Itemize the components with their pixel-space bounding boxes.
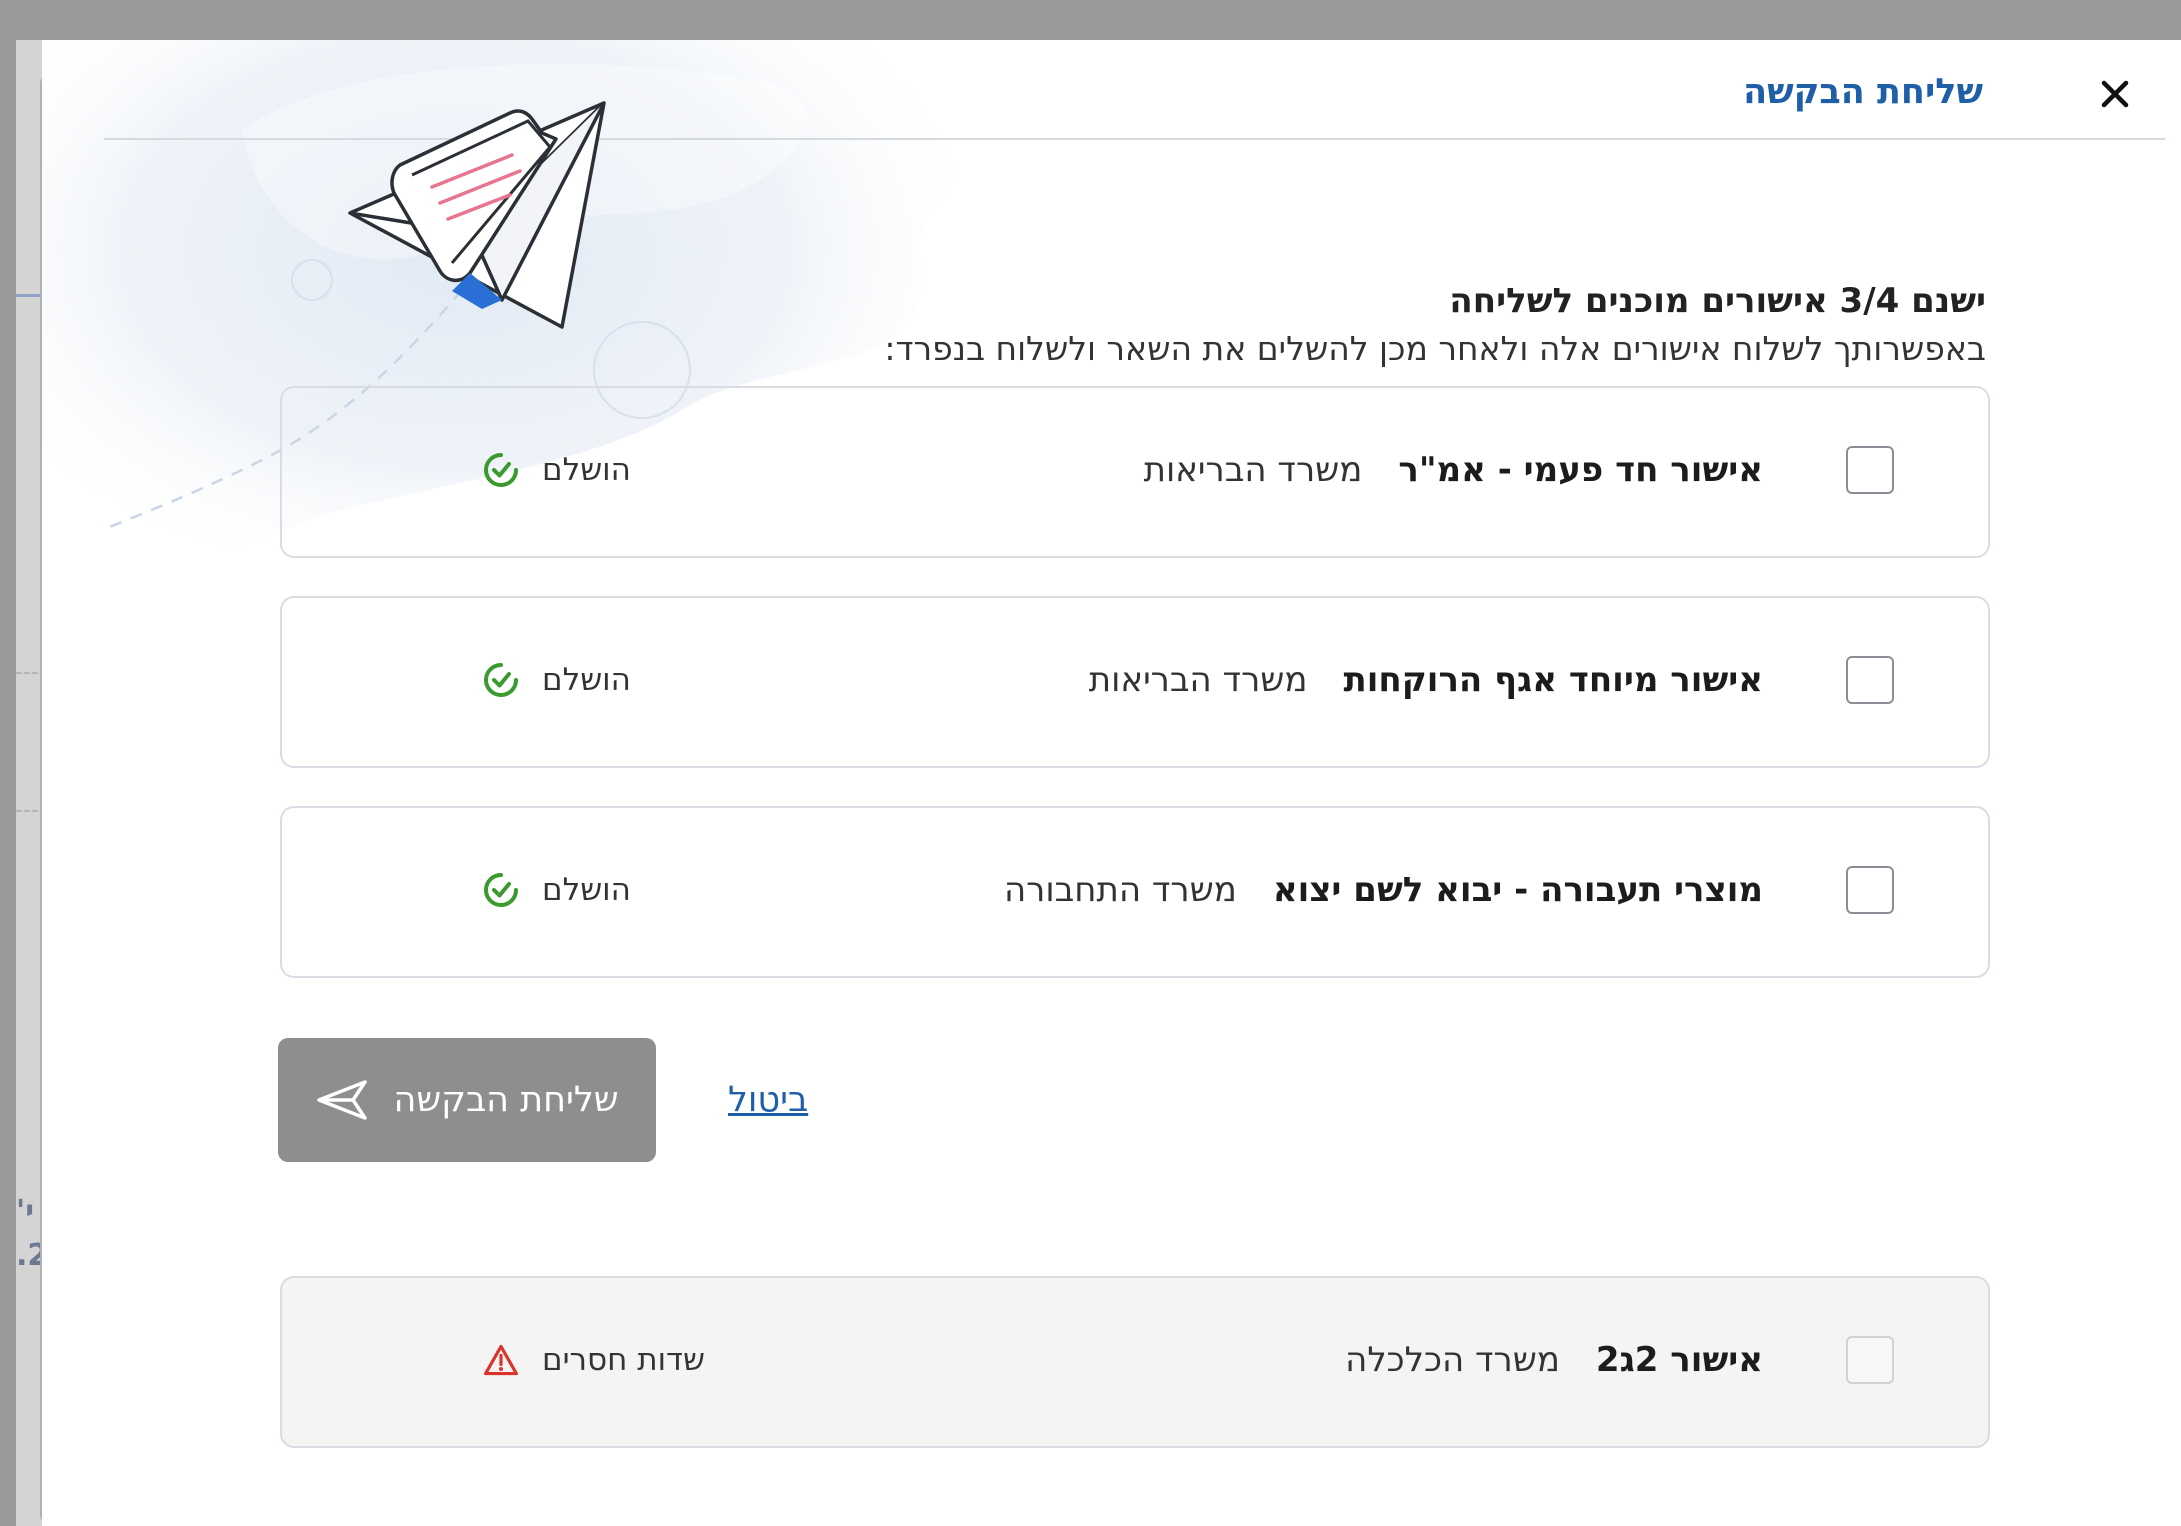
- approval-card: אישור חד פעמי - אמ"ר משרד הבריאות הושלם: [280, 386, 1990, 558]
- approval-title: אישור חד פעמי - אמ"ר משרד הבריאות: [1144, 446, 1763, 494]
- paper-plane-icon: [315, 1078, 369, 1122]
- approval-card: אישור מיוחד אגף הרוקחות משרד הבריאות הושל…: [280, 596, 1990, 768]
- send-request-dialog: שליחת הבקשה ישנם 3/4 אישורים מוכנים לשלי…: [42, 40, 2181, 1526]
- approval-ministry: משרד הבריאות: [1143, 450, 1363, 490]
- approval-ministry: משרד הכלכלה: [1345, 1340, 1560, 1380]
- approval-checkbox[interactable]: [1846, 446, 1894, 494]
- dialog-title: שליחת הבקשה: [1743, 72, 1983, 112]
- send-request-label: שליחת הבקשה: [393, 1080, 619, 1120]
- close-button[interactable]: [2093, 72, 2137, 116]
- approval-name: אישור חד פעמי - אמ"ר: [1398, 450, 1763, 490]
- approval-card: מוצרי תעבורה - יבוא לשם יצוא משרד התחבורה…: [280, 806, 1990, 978]
- ready-count-description: באפשרותך לשלוח אישורים אלה ולאחר מכן להש…: [884, 329, 1986, 368]
- ready-count-heading: ישנם 3/4 אישורים מוכנים לשליחה: [1449, 281, 1986, 321]
- cancel-link[interactable]: ביטול: [728, 1077, 808, 1123]
- status-label: הושלם: [542, 872, 631, 908]
- approval-status: הושלם: [482, 448, 631, 492]
- approval-checkbox[interactable]: [1846, 866, 1894, 914]
- incomplete-approval-card: אישור 2ג2 משרד הכלכלה שדות חסרים: [280, 1276, 1990, 1448]
- approval-title: אישור 2ג2 משרד הכלכלה: [1345, 1336, 1763, 1384]
- approval-name: מוצרי תעבורה - יבוא לשם יצוא: [1272, 870, 1763, 910]
- check-circle-icon: [482, 451, 520, 489]
- approval-status: שדות חסרים: [482, 1338, 705, 1382]
- approval-status: הושלם: [482, 868, 631, 912]
- approval-title: אישור מיוחד אגף הרוקחות משרד הבריאות: [1089, 656, 1763, 704]
- approval-ministry: משרד הבריאות: [1088, 660, 1308, 700]
- check-circle-icon: [482, 871, 520, 909]
- status-label: שדות חסרים: [542, 1342, 705, 1378]
- check-circle-icon: [482, 661, 520, 699]
- status-label: הושלם: [542, 662, 631, 698]
- warning-triangle-icon: [482, 1341, 520, 1379]
- approval-name: אישור 2ג2: [1595, 1340, 1763, 1380]
- paper-plane-illustration: [348, 101, 606, 329]
- approval-checkbox[interactable]: [1846, 1336, 1894, 1384]
- approval-title: מוצרי תעבורה - יבוא לשם יצוא משרד התחבורה: [1004, 866, 1763, 914]
- approval-name: אישור מיוחד אגף הרוקחות: [1343, 660, 1763, 700]
- status-label: הושלם: [542, 452, 631, 488]
- send-request-button[interactable]: שליחת הבקשה: [278, 1038, 656, 1162]
- approval-checkbox[interactable]: [1846, 656, 1894, 704]
- approval-status: הושלם: [482, 658, 631, 702]
- approval-ministry: משרד התחבורה: [1003, 870, 1237, 910]
- close-icon: [2101, 80, 2129, 108]
